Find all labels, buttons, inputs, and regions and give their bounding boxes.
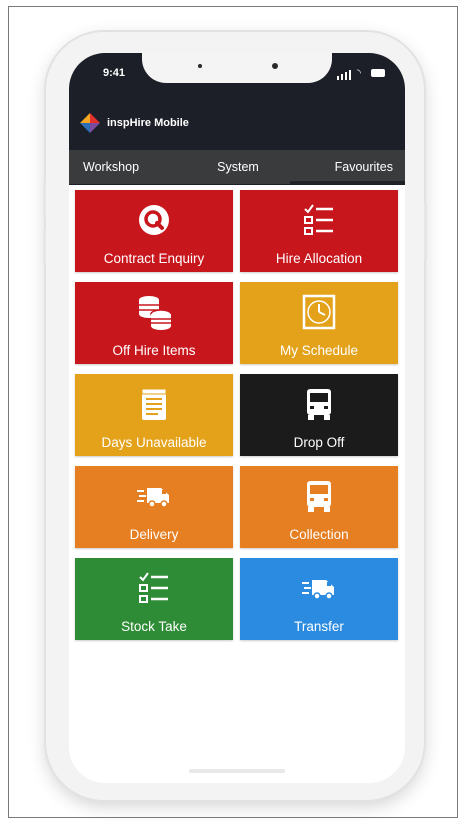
tab-bar: Workshop System Favourites: [69, 150, 405, 184]
app-title: inspHire Mobile: [107, 117, 189, 129]
tile-label: Transfer: [294, 619, 344, 634]
volume-button: [43, 182, 46, 218]
stock-take-tile[interactable]: Stock Take: [75, 558, 233, 640]
power-button: [424, 202, 427, 260]
wifi-icon: ◝: [357, 68, 361, 79]
tile-label: My Schedule: [279, 343, 359, 358]
transfer-tile[interactable]: Transfer: [240, 558, 398, 640]
camera-icon: [272, 63, 278, 69]
tile-label: Delivery: [129, 527, 179, 542]
volume-button: [43, 228, 46, 264]
checklist-icon: [139, 572, 168, 603]
tile-label: Contract Enquiry: [103, 251, 205, 266]
insphire-logo: [80, 113, 100, 133]
tile-label: Hire Allocation: [275, 251, 363, 266]
battery-icon: [371, 69, 385, 77]
truck-front-icon: [307, 389, 331, 420]
coins-stack-icon: [139, 296, 172, 330]
drop-off-tile[interactable]: Drop Off: [240, 374, 398, 456]
tile-label: Days Unavailable: [101, 435, 207, 450]
collection-tile[interactable]: Collection: [240, 466, 398, 548]
fast-van-icon: [302, 580, 334, 600]
my-schedule-tile[interactable]: My Schedule: [240, 282, 398, 364]
delivery-tile[interactable]: Delivery: [75, 466, 233, 548]
tab-favourites[interactable]: Favourites: [289, 150, 405, 184]
sensor-dot: [198, 64, 202, 68]
camera-notch: [142, 53, 332, 83]
app-brand: inspHire Mobile: [79, 113, 189, 133]
status-icons: ◝: [327, 66, 391, 80]
home-indicator: [189, 769, 285, 773]
tile-label: Drop Off: [293, 435, 345, 450]
tab-workshop[interactable]: Workshop: [69, 150, 186, 184]
status-time: 9:41: [103, 67, 126, 79]
tab-system[interactable]: System: [186, 150, 289, 184]
app-header: 9:41 ◝ inspHire Mobile Workshop System F…: [69, 53, 405, 185]
tile-label: Stock Take: [121, 619, 187, 634]
phone-screen: 9:41 ◝ inspHire Mobile Workshop System F…: [69, 53, 405, 783]
hire-allocation-tile[interactable]: Hire Allocation: [240, 190, 398, 272]
days-unavailable-tile[interactable]: Days Unavailable: [75, 374, 233, 456]
signal-icon: [337, 76, 339, 80]
truck-front-icon: [307, 481, 331, 512]
fast-van-icon: [137, 488, 169, 508]
favourites-grid: Contract Enquiry Hire Allocation Off Hir…: [75, 190, 399, 640]
clock-icon: [302, 294, 336, 330]
search-icon: [139, 205, 169, 235]
checklist-icon: [304, 204, 333, 235]
contract-enquiry-tile[interactable]: Contract Enquiry: [75, 190, 233, 272]
tile-label: Off Hire Items: [112, 343, 196, 358]
off-hire-items-tile[interactable]: Off Hire Items: [75, 282, 233, 364]
notepad-icon: [141, 388, 167, 420]
tile-label: Collection: [289, 527, 349, 542]
